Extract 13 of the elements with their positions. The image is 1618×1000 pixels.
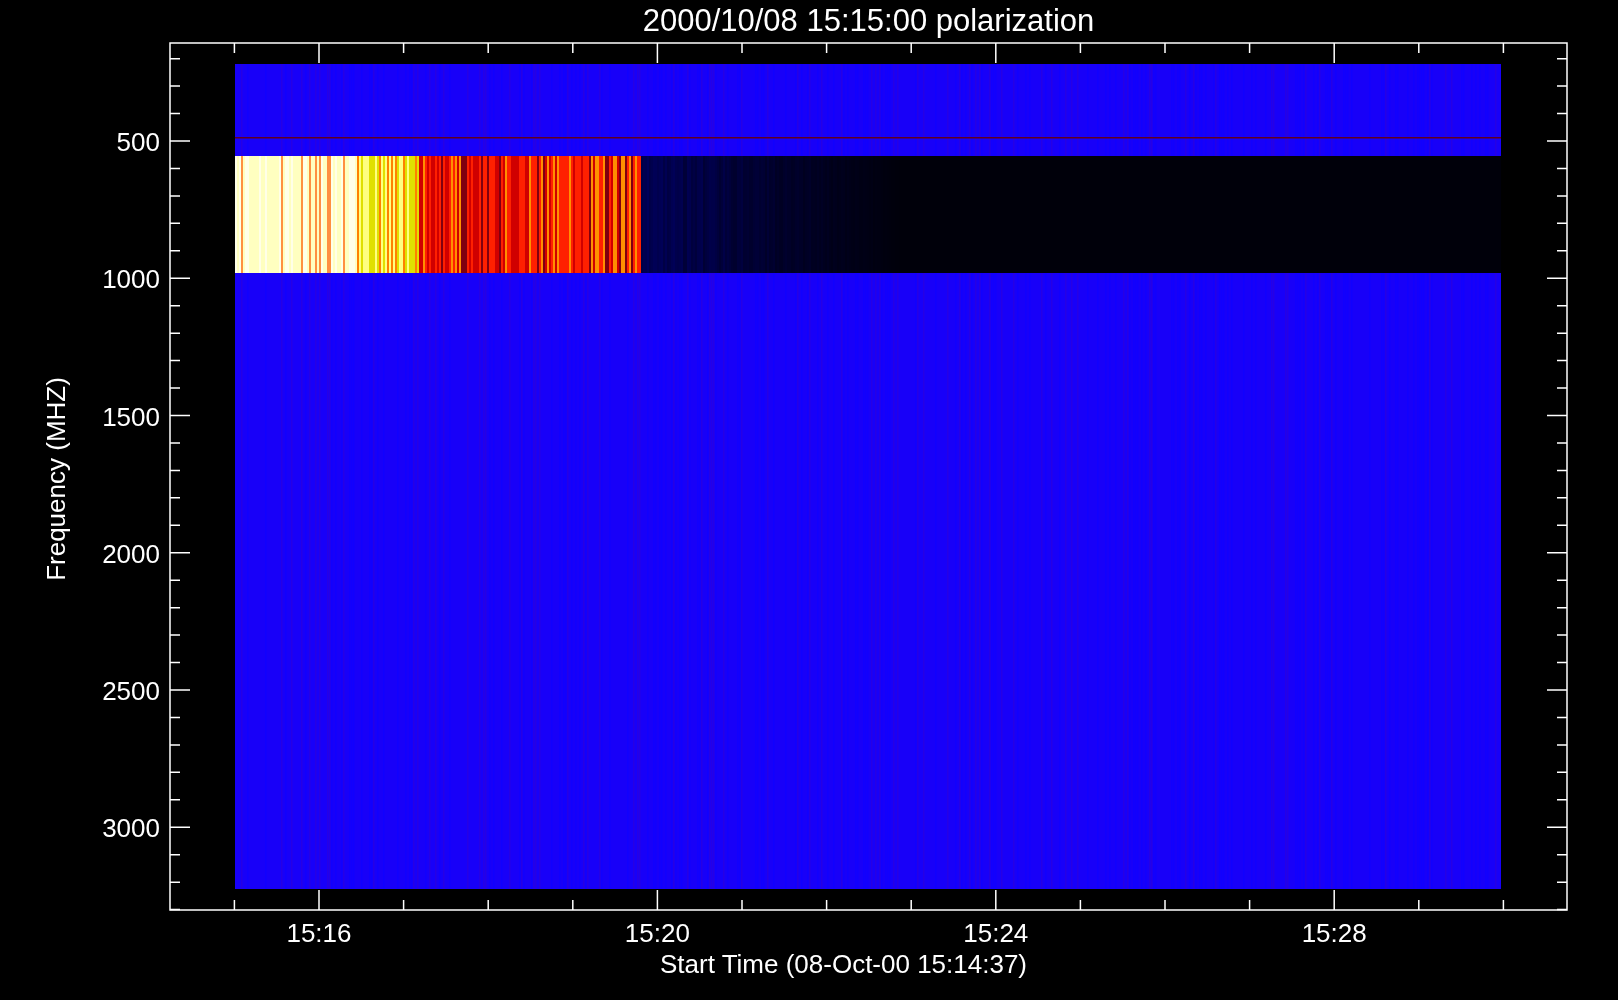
y-axis-label: Frequency (MHZ) bbox=[41, 377, 71, 581]
y-tick-label: 2000 bbox=[102, 538, 160, 569]
x-axis-label: Start Time (08-Oct-00 15:14:37) bbox=[660, 949, 1027, 979]
y-tick-label: 1500 bbox=[102, 401, 160, 432]
x-tick-label: 15:16 bbox=[286, 918, 352, 948]
y-tick-label: 2500 bbox=[102, 676, 160, 706]
y-tick-label: 3000 bbox=[102, 813, 160, 844]
y-tick-label: 500 bbox=[116, 127, 160, 157]
y-tick-label: 1000 bbox=[102, 264, 160, 295]
x-tick-label: 15:24 bbox=[963, 918, 1029, 948]
x-tick-label: 15:20 bbox=[624, 918, 690, 948]
x-tick-label: 15:28 bbox=[1301, 918, 1367, 948]
chart-title: 2000/10/08 15:15:00 polarization bbox=[642, 3, 1095, 38]
